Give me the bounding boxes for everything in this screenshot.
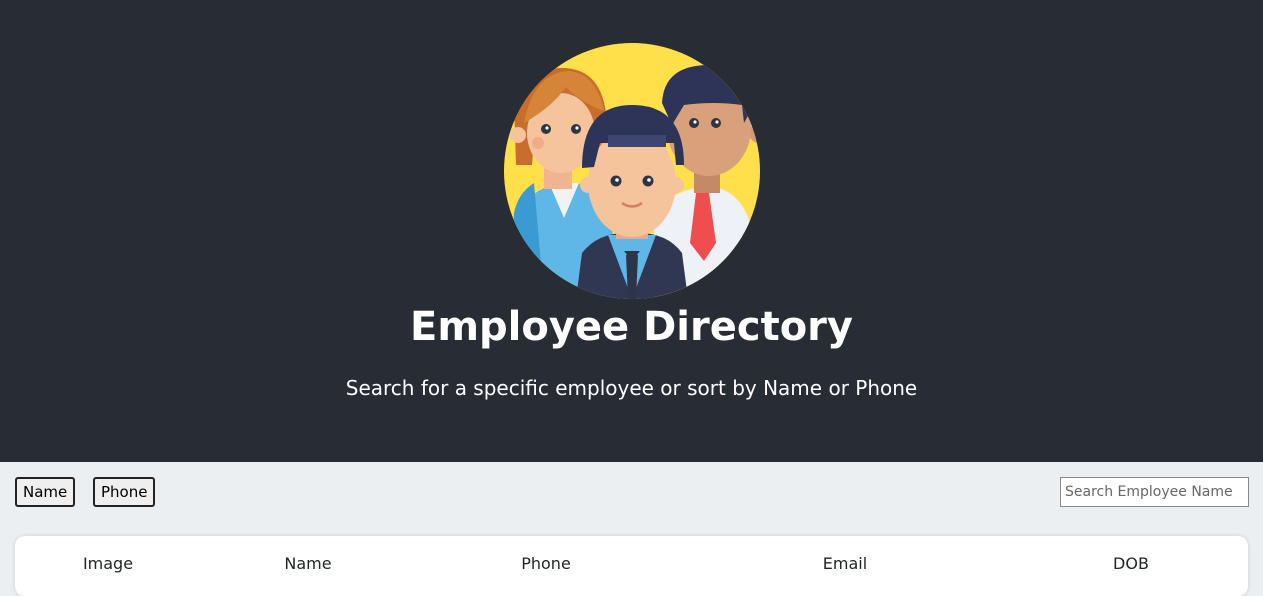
toolbar: Name Phone bbox=[0, 462, 1263, 532]
column-header-phone[interactable]: Phone bbox=[521, 554, 571, 573]
column-header-name[interactable]: Name bbox=[284, 554, 331, 573]
search-input[interactable] bbox=[1060, 477, 1249, 507]
employee-table: Image Name Phone Email DOB bbox=[15, 536, 1248, 596]
header-banner: Employee Directory Search for a specific… bbox=[0, 0, 1263, 462]
sort-by-name-button[interactable]: Name bbox=[15, 477, 76, 507]
column-header-image: Image bbox=[82, 554, 134, 573]
column-header-email: Email bbox=[822, 554, 868, 573]
page-title: Employee Directory bbox=[410, 304, 853, 350]
sort-by-phone-button[interactable]: Phone bbox=[93, 477, 156, 507]
employees-group-icon bbox=[504, 43, 760, 299]
column-header-dob: DOB bbox=[1113, 554, 1149, 573]
page-subtitle: Search for a specific employee or sort b… bbox=[345, 376, 918, 400]
